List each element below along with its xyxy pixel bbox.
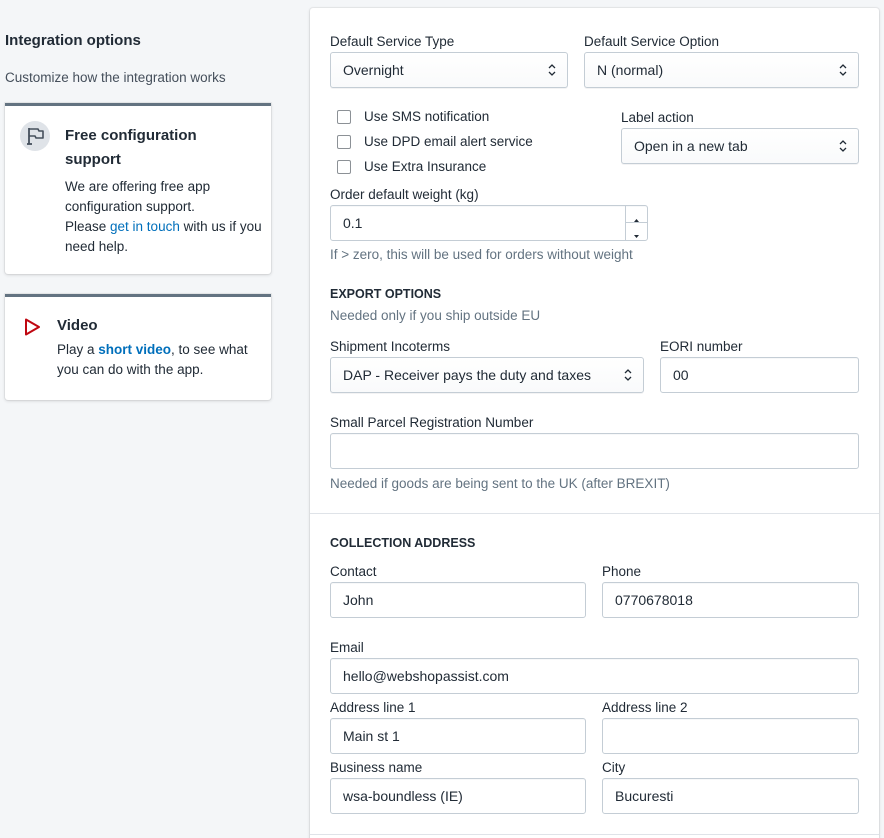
weight-stepper	[625, 206, 647, 240]
checkbox-box[interactable]	[337, 159, 351, 174]
eori-input[interactable]	[673, 358, 846, 392]
incoterms-label: Shipment Incoterms	[330, 339, 451, 354]
label-action-select[interactable]: Open in a new tab	[621, 128, 859, 164]
city-input-wrapper	[602, 778, 859, 814]
extra-insurance-label: Use Extra Insurance	[364, 159, 487, 174]
config-card-title: Free configuration support	[65, 127, 197, 168]
export-options-heading: EXPORT OPTIONS	[330, 287, 442, 301]
incoterms-select[interactable]: DAP - Receiver pays the duty and taxes	[330, 357, 644, 393]
dpd-email-alert-checkbox[interactable]: Use DPD email alert service	[337, 134, 533, 149]
weight-help: If > zero, this will be used for orders …	[330, 247, 633, 262]
sms-notification-label: Use SMS notification	[364, 109, 490, 124]
service-type-select[interactable]: Overnight	[330, 52, 568, 88]
contact-input[interactable]	[343, 583, 573, 617]
config-support-card: Free configuration support We are offeri…	[5, 103, 271, 274]
address-line-1-input-wrapper	[330, 718, 586, 754]
phone-input-wrapper	[602, 582, 859, 618]
section-divider	[310, 834, 879, 835]
collection-address-heading: COLLECTION ADDRESS	[330, 536, 476, 550]
stepper-down-button[interactable]	[626, 223, 647, 240]
service-option-select[interactable]: N (normal)	[584, 52, 859, 88]
email-input-wrapper	[330, 658, 859, 694]
incoterms-value: DAP - Receiver pays the duty and taxes	[343, 367, 591, 383]
contact-label: Contact	[330, 564, 377, 579]
weight-input[interactable]	[343, 206, 623, 240]
section-divider	[310, 513, 879, 514]
city-input[interactable]	[615, 779, 846, 813]
weight-input-wrapper	[330, 205, 648, 241]
email-input[interactable]	[343, 659, 846, 693]
small-parcel-help: Needed if goods are being sent to the UK…	[330, 476, 670, 491]
config-card-text: We are offering free app configuration s…	[65, 177, 265, 257]
service-type-label: Default Service Type	[330, 34, 455, 49]
stepper-up-button[interactable]	[626, 206, 647, 223]
short-video-link[interactable]: short video	[98, 342, 171, 357]
city-label: City	[602, 760, 626, 775]
config-card-text-1: We are offering free app configuration s…	[65, 179, 211, 214]
checkbox-box[interactable]	[337, 109, 351, 124]
small-parcel-input-wrapper	[330, 433, 859, 469]
small-parcel-label: Small Parcel Registration Number	[330, 415, 534, 430]
email-label: Email	[330, 640, 364, 655]
select-arrows-icon	[548, 64, 556, 76]
phone-input[interactable]	[615, 583, 846, 617]
play-icon[interactable]	[22, 317, 42, 337]
service-option-label: Default Service Option	[584, 34, 720, 49]
video-card: Video Play a short video, to see what yo…	[5, 294, 271, 400]
business-name-input[interactable]	[343, 779, 573, 813]
address-line-1-label: Address line 1	[330, 700, 416, 715]
sidebar-title: Integration options	[5, 32, 141, 49]
extra-insurance-checkbox[interactable]: Use Extra Insurance	[337, 159, 486, 174]
sidebar-subtitle: Customize how the integration works	[5, 70, 226, 85]
video-card-text: Play a short video, to see what you can …	[57, 340, 267, 380]
phone-label: Phone	[602, 564, 642, 579]
config-card-text-2: Please	[65, 219, 111, 234]
export-options-help: Needed only if you ship outside EU	[330, 308, 541, 323]
checkbox-box[interactable]	[337, 134, 351, 149]
service-type-value: Overnight	[343, 62, 404, 78]
address-line-2-input-wrapper	[602, 718, 859, 754]
video-card-title: Video	[57, 317, 98, 334]
get-in-touch-link[interactable]: get in touch	[110, 219, 180, 234]
flag-icon	[20, 121, 50, 151]
label-action-label: Label action	[621, 110, 694, 125]
caret-down-icon	[634, 235, 639, 238]
contact-input-wrapper	[330, 582, 586, 618]
weight-label: Order default weight (kg)	[330, 187, 479, 202]
settings-panel: Default Service Type Overnight Default S…	[310, 8, 879, 838]
address-line-2-input[interactable]	[615, 719, 846, 753]
address-line-2-label: Address line 2	[602, 700, 688, 715]
address-line-1-input[interactable]	[343, 719, 573, 753]
business-name-label: Business name	[330, 760, 423, 775]
dpd-email-alert-label: Use DPD email alert service	[364, 134, 533, 149]
sms-notification-checkbox[interactable]: Use SMS notification	[337, 109, 489, 124]
eori-input-wrapper	[660, 357, 859, 393]
select-arrows-icon	[839, 64, 847, 76]
small-parcel-input[interactable]	[343, 434, 846, 468]
business-name-input-wrapper	[330, 778, 586, 814]
select-arrows-icon	[839, 140, 847, 152]
select-arrows-icon	[624, 369, 632, 381]
label-action-value: Open in a new tab	[634, 138, 748, 154]
eori-label: EORI number	[660, 339, 743, 354]
video-card-text-1: Play a	[57, 342, 99, 357]
service-option-value: N (normal)	[597, 62, 664, 78]
